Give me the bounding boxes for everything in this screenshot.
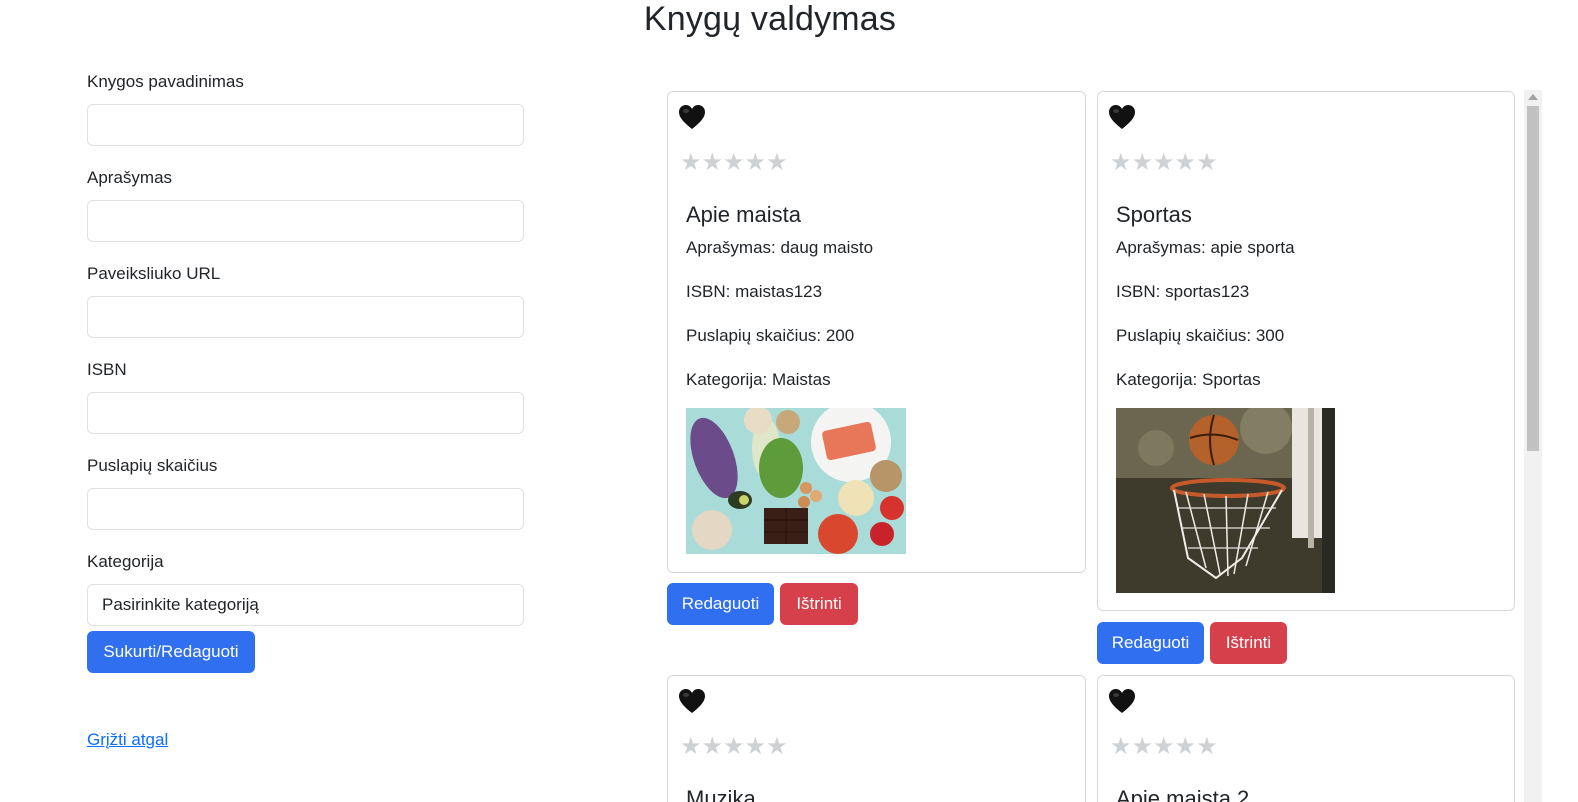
pages-input[interactable] — [87, 488, 524, 530]
edit-button[interactable]: Redaguoti — [667, 583, 774, 625]
heart-icon[interactable] — [1108, 688, 1136, 716]
isbn-label: ISBN — [87, 360, 127, 379]
title-input[interactable] — [87, 104, 524, 146]
category-selected: Pasirinkite kategoriją — [102, 595, 259, 614]
card-title: Muzika — [686, 786, 756, 802]
image-url-input[interactable] — [87, 296, 524, 338]
image-url-label: Paveiksliuko URL — [87, 264, 221, 283]
star-rating[interactable]: ★★★★★ — [1110, 150, 1218, 176]
book-card: ★★★★★ Muzika — [667, 675, 1086, 802]
scroll-up-arrow-icon[interactable] — [1528, 94, 1538, 100]
heart-icon[interactable] — [678, 104, 706, 132]
card-pages: Puslapių skaičius: 300 — [1116, 326, 1285, 345]
delete-button[interactable]: Ištrinti — [780, 583, 858, 625]
book-cover-image — [1116, 408, 1335, 593]
star-rating[interactable]: ★★★★★ — [680, 734, 788, 760]
card-category: Kategorija: Maistas — [686, 370, 831, 389]
description-input[interactable] — [87, 200, 524, 242]
heart-icon[interactable] — [678, 688, 706, 716]
page-title: Knygų valdymas — [643, 0, 897, 38]
card-isbn: ISBN: sportas123 — [1116, 282, 1250, 301]
back-link[interactable]: Grįžti atgal — [87, 730, 168, 750]
delete-button[interactable]: Ištrinti — [1210, 622, 1287, 664]
star-rating[interactable]: ★★★★★ — [1110, 734, 1218, 760]
scrollbar-thumb[interactable] — [1527, 106, 1539, 451]
card-pages: Puslapių skaičius: 200 — [686, 326, 855, 345]
book-card: ★★★★★ Apie maista 2 — [1097, 675, 1515, 802]
isbn-input[interactable] — [87, 392, 524, 434]
card-title: Apie maista — [686, 202, 801, 227]
title-label: Knygos pavadinimas — [87, 72, 244, 91]
pages-label: Puslapių skaičius — [87, 456, 218, 475]
description-label: Aprašymas — [87, 168, 173, 187]
book-card: ★★★★★ Sportas Aprašymas: apie sporta ISB… — [1097, 91, 1515, 611]
category-label: Kategorija — [87, 552, 164, 571]
card-description: Aprašymas: apie sporta — [1116, 238, 1295, 257]
edit-button[interactable]: Redaguoti — [1097, 622, 1204, 664]
card-category: Kategorija: Sportas — [1116, 370, 1261, 389]
star-rating[interactable]: ★★★★★ — [680, 150, 788, 176]
submit-button[interactable]: Sukurti/Redaguoti — [87, 631, 255, 673]
card-actions: Redaguoti Ištrinti — [1097, 622, 1287, 664]
card-actions: Redaguoti Ištrinti — [667, 583, 858, 625]
book-form: Knygos pavadinimas Aprašymas Paveiksliuk… — [87, 70, 524, 626]
heart-icon[interactable] — [1108, 104, 1136, 132]
card-title: Apie maista 2 — [1116, 786, 1250, 802]
book-card: ★★★★★ Apie maista Aprašymas: daug maisto… — [667, 91, 1086, 573]
scrollbar[interactable] — [1524, 90, 1542, 802]
card-isbn: ISBN: maistas123 — [686, 282, 823, 301]
category-select[interactable]: Pasirinkite kategoriją — [87, 584, 524, 626]
book-cover-image — [686, 408, 906, 554]
card-title: Sportas — [1116, 202, 1192, 227]
card-description: Aprašymas: daug maisto — [686, 238, 874, 257]
